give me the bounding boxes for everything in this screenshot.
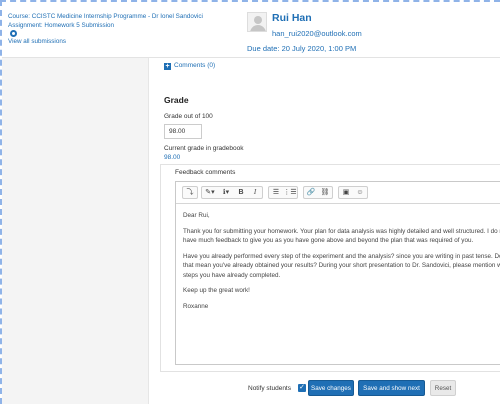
view-all-submissions-link[interactable]: View all submissions xyxy=(8,37,203,46)
user-email[interactable]: han_rui2020@outlook.com xyxy=(272,29,362,38)
feedback-section: Feedback comments ⤵ ✎▾ ℹ▾ B I ☰ ⋮☰ 🔗 ⛓ ▣… xyxy=(160,164,500,372)
user-name[interactable]: Rui Han xyxy=(272,12,312,24)
feedback-editor[interactable]: ⤵ ✎▾ ℹ▾ B I ☰ ⋮☰ 🔗 ⛓ ▣ ☺ Dear Rui, Thank… xyxy=(175,181,500,365)
grade-heading: Grade xyxy=(164,95,189,105)
toolbar-group-5: ▣ ☺ xyxy=(338,186,368,199)
avatar-head xyxy=(254,16,262,24)
emoji-icon[interactable]: ☺ xyxy=(353,187,367,198)
image-icon[interactable]: ▣ xyxy=(339,187,353,198)
feedback-line: Have you already performed every step of… xyxy=(183,252,500,260)
grade-out-of-label: Grade out of 100 xyxy=(164,113,213,120)
feedback-label: Feedback comments xyxy=(175,169,236,176)
current-grade-value[interactable]: 98.00 xyxy=(164,154,180,161)
unlink-icon[interactable]: ⛓ xyxy=(318,187,332,198)
assignment-label: Assignment: Homework 5 Submission xyxy=(8,22,115,29)
save-changes-button[interactable]: Save changes xyxy=(308,380,354,396)
editor-toolbar: ⤵ ✎▾ ℹ▾ B I ☰ ⋮☰ 🔗 ⛓ ▣ ☺ xyxy=(176,182,500,204)
notify-students-checkbox[interactable]: ✓ xyxy=(298,384,306,392)
feedback-line: that mean you've already obtained your r… xyxy=(183,262,500,269)
expand-icon: + xyxy=(164,63,171,70)
avatar xyxy=(247,12,267,32)
feedback-signature: Roxanne xyxy=(183,302,209,310)
feedback-line: have much feedback to give you as you ha… xyxy=(183,237,474,244)
info-icon[interactable]: ℹ▾ xyxy=(218,187,234,198)
link-icon[interactable]: 🔗 xyxy=(304,187,318,198)
grading-panel: + Comments (0) Grade Grade out of 100 98.… xyxy=(150,58,500,404)
feedback-greeting: Dear Rui, xyxy=(183,212,210,219)
current-grade-label: Current grade in gradebook xyxy=(164,145,244,152)
toolbar-group-1: ⤵ xyxy=(182,186,198,199)
toolbar-group-2: ✎▾ ℹ▾ B I xyxy=(201,186,263,199)
gear-icon[interactable] xyxy=(10,30,17,37)
numbered-list-icon[interactable]: ⋮☰ xyxy=(283,187,297,198)
submission-preview-panel xyxy=(2,58,149,404)
bold-icon[interactable]: B xyxy=(234,187,248,198)
feedback-line: Keep up the great work! xyxy=(183,287,250,294)
course-info: Course: CCISTC Medicine Internship Progr… xyxy=(8,12,203,46)
feedback-line: Thank you for submitting your homework. … xyxy=(183,227,500,235)
grade-input[interactable]: 98.00 xyxy=(164,124,202,139)
bullet-list-icon[interactable]: ☰ xyxy=(269,187,283,198)
action-bar: Notify students ✓ Save changes Save and … xyxy=(150,379,500,399)
comments-label: Comments (0) xyxy=(174,62,216,69)
grading-header: Course: CCISTC Medicine Internship Progr… xyxy=(2,2,500,58)
feedback-text[interactable]: Dear Rui, Thank you for submitting your … xyxy=(183,211,500,317)
avatar-body xyxy=(250,25,266,31)
comments-toggle[interactable]: + Comments (0) xyxy=(164,62,215,70)
reset-button[interactable]: Reset xyxy=(430,380,456,396)
show-more-icon[interactable]: ⤵ xyxy=(183,187,197,198)
italic-icon[interactable]: I xyxy=(248,187,262,198)
toolbar-group-4: 🔗 ⛓ xyxy=(303,186,333,199)
course-link[interactable]: Course: CCISTC Medicine Internship Progr… xyxy=(8,12,203,21)
notify-students-label: Notify students xyxy=(248,385,291,392)
paint-brush-icon[interactable]: ✎▾ xyxy=(202,187,218,198)
feedback-line: steps you have already completed. xyxy=(183,271,281,279)
toolbar-group-3: ☰ ⋮☰ xyxy=(268,186,298,199)
save-and-show-next-button[interactable]: Save and show next xyxy=(358,380,425,396)
due-date: Due date: 20 July 2020, 1:00 PM xyxy=(247,44,357,53)
assignment-link[interactable]: Assignment: Homework 5 Submission xyxy=(8,21,203,37)
